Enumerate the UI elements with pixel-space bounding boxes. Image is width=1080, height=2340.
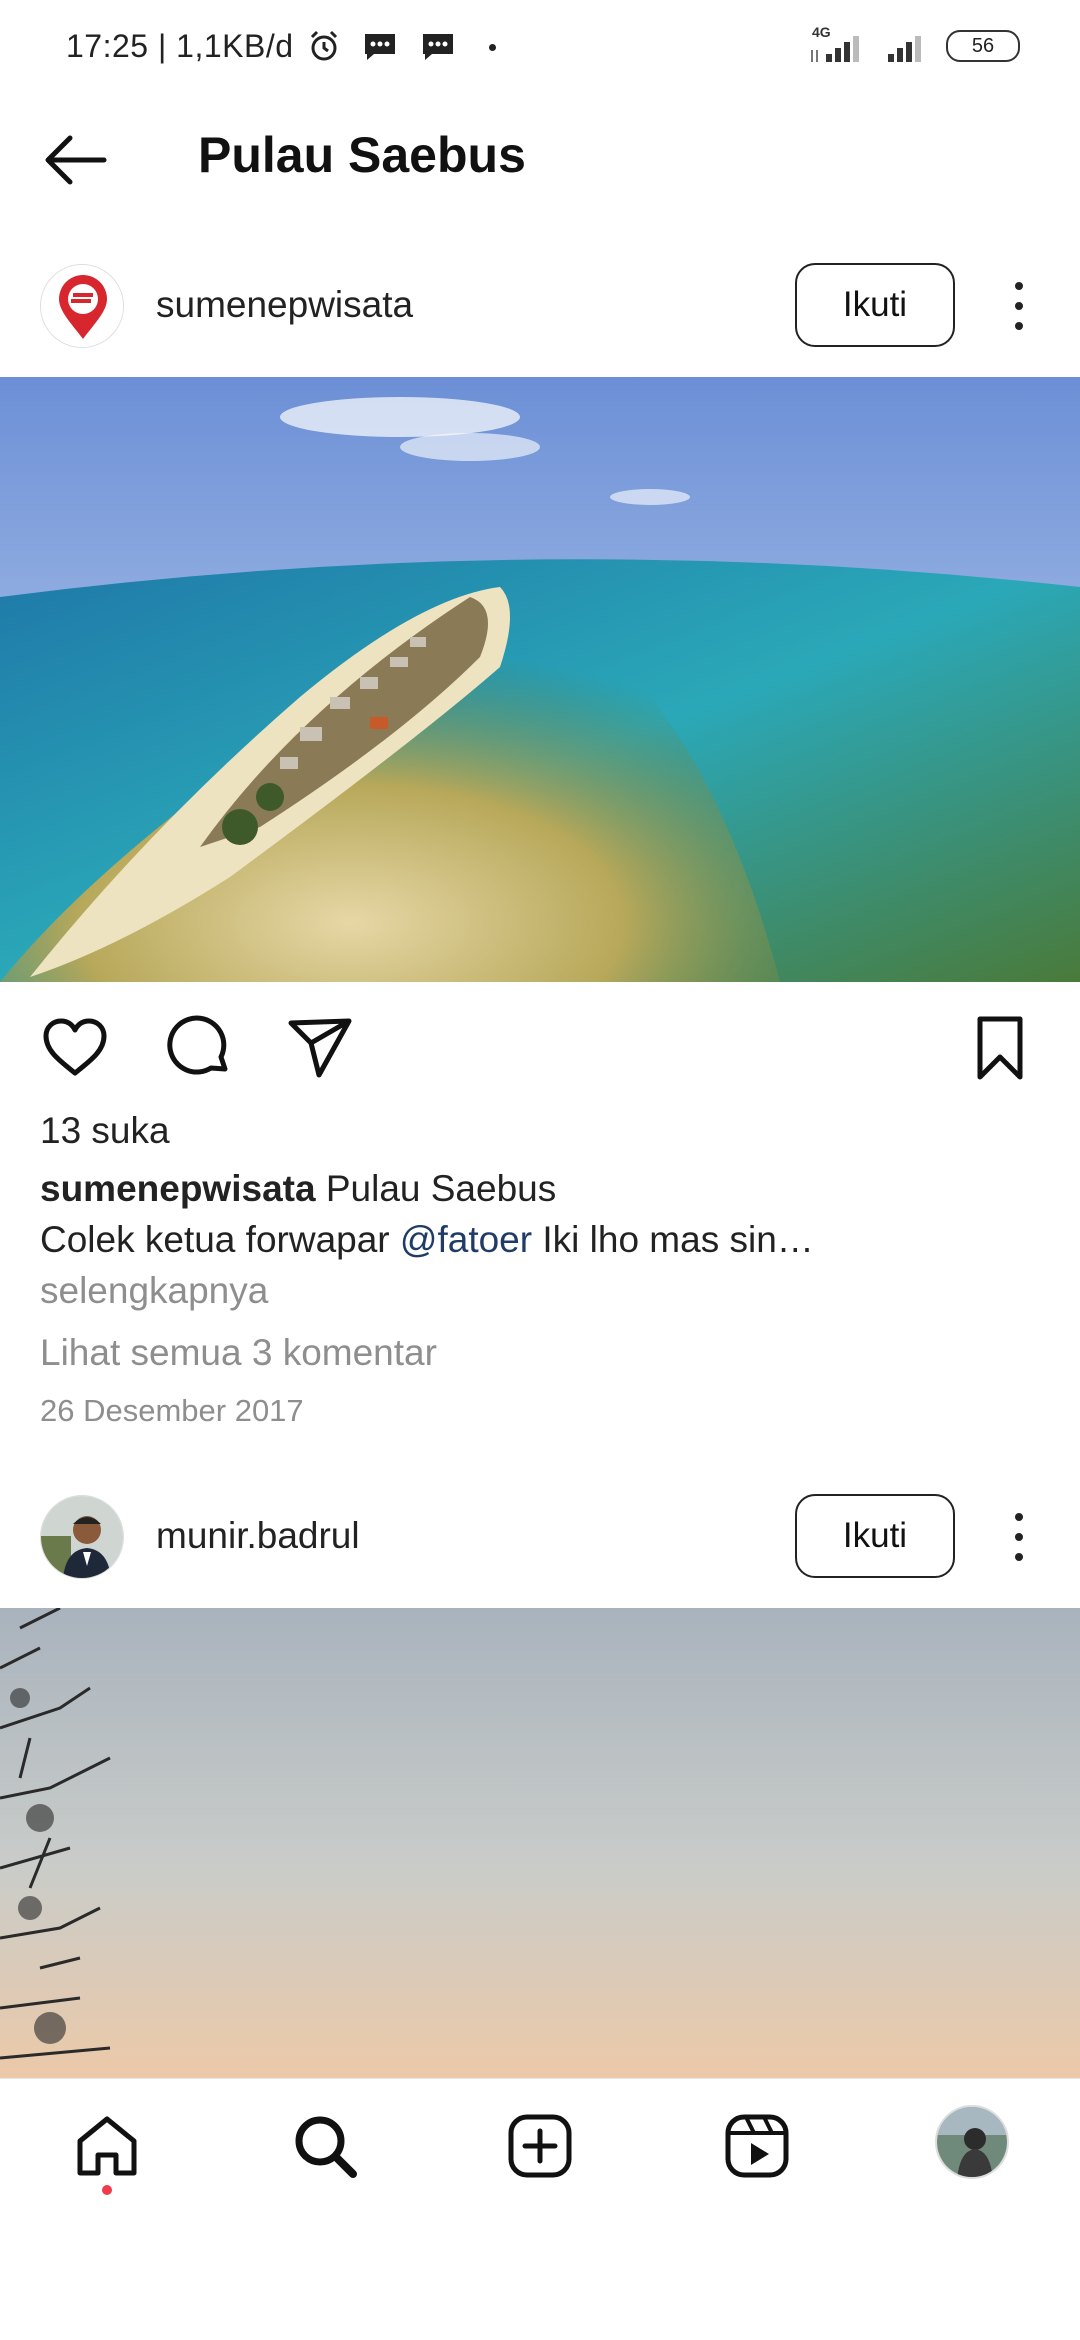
notification-dot (102, 2185, 112, 2195)
profile-photo (41, 1496, 123, 1578)
avatar[interactable] (40, 264, 124, 348)
follow-button[interactable]: Ikuti (795, 263, 955, 347)
battery-indicator: 56 (946, 30, 1020, 62)
back-button[interactable] (40, 130, 120, 190)
nav-profile[interactable] (935, 2105, 1009, 2179)
caption-title-line: sumenepwisata Pulau Saebus (40, 1168, 556, 1210)
comment-icon (167, 1015, 228, 1075)
caption-title: Pulau Saebus (315, 1168, 557, 1209)
signal-4g: 4G (808, 24, 868, 64)
message-icon-2 (422, 34, 453, 60)
bottom-navigation (0, 2078, 1080, 2219)
more-options-button[interactable] (1009, 276, 1029, 336)
view-comments-link[interactable]: Lihat semua 3 komentar (40, 1332, 437, 1374)
status-right: 4G 56 (808, 24, 1020, 64)
nav-search[interactable] (290, 2111, 360, 2181)
search-icon (295, 2116, 357, 2178)
caption-text-before: Colek ketua forwapar (40, 1219, 400, 1260)
caption-username[interactable]: sumenepwisata (40, 1168, 316, 1209)
post-image[interactable] (0, 377, 1080, 982)
reels-icon (725, 2114, 789, 2178)
create-icon (508, 2114, 572, 2178)
post-username-2[interactable]: munir.badrul (156, 1515, 360, 1557)
page-title: Pulau Saebus (198, 127, 526, 183)
sumenepwisata-logo (41, 265, 123, 347)
comment-button[interactable] (165, 1013, 245, 1093)
bookmark-icon (977, 1016, 1023, 1080)
nav-reels[interactable] (722, 2111, 792, 2181)
post-username[interactable]: sumenepwisata (156, 284, 413, 326)
arrow-left-icon (45, 135, 107, 185)
send-icon (288, 1018, 352, 1078)
nav-home[interactable] (72, 2111, 142, 2195)
avatar-2[interactable] (40, 1495, 124, 1579)
see-more-link[interactable]: selengkapnya (40, 1270, 268, 1312)
sunset-sky-photo (0, 1608, 1080, 2078)
status-time: 17:25 | 1,1KB/d (66, 28, 497, 65)
home-icon (77, 2116, 137, 2176)
message-icon (365, 34, 396, 60)
follow-button-2[interactable]: Ikuti (795, 1494, 955, 1578)
caption-mention[interactable]: @fatoer (400, 1219, 532, 1260)
like-button[interactable] (40, 1013, 120, 1093)
profile-avatar (937, 2107, 1007, 2177)
caption-body-line: Colek ketua forwapar @fatoer Iki lho mas… (40, 1219, 814, 1261)
heart-icon (43, 1018, 107, 1076)
island-aerial-photo (0, 377, 1080, 982)
more-vertical-icon-2 (1015, 1513, 1023, 1521)
more-vertical-icon (1015, 282, 1023, 290)
alarm-icon (310, 30, 337, 61)
likes-count[interactable]: 13 suka (40, 1110, 170, 1152)
caption-text-after: Iki lho mas sin… (532, 1219, 814, 1260)
signal-icon-2 (888, 36, 921, 62)
nav-create[interactable] (505, 2111, 575, 2181)
post-date: 26 Desember 2017 (40, 1393, 304, 1428)
share-button[interactable] (285, 1013, 365, 1093)
status-bar: 17:25 | 1,1KB/d 4G 56 (0, 0, 1080, 100)
status-time-text: 17:25 | 1,1KB/d (66, 28, 294, 64)
save-button[interactable] (970, 1013, 1040, 1093)
signal-icon (811, 36, 859, 62)
post-image-2[interactable] (0, 1608, 1080, 2078)
notification-dot-icon (489, 44, 497, 51)
more-options-button-2[interactable] (1009, 1507, 1029, 1567)
